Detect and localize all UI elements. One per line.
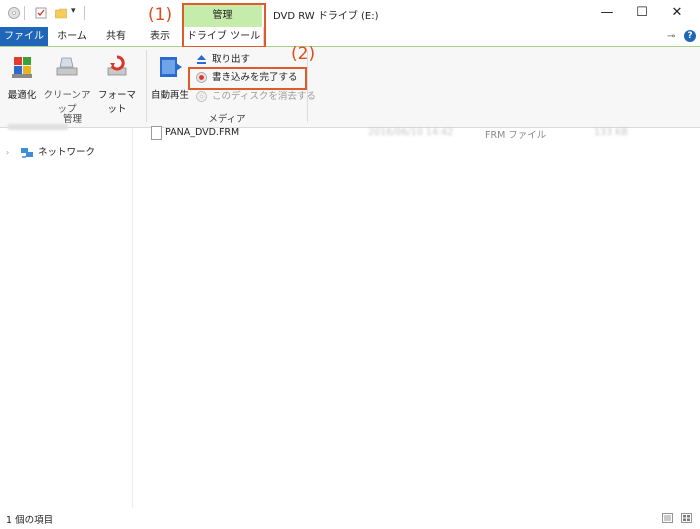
autoplay-label: 自動再生 <box>150 90 189 101</box>
step-1-highlight <box>182 3 266 48</box>
erase-disc-button[interactable]: このディスクを消去する <box>196 89 316 104</box>
navigation-pane: › ネットワーク <box>0 124 133 508</box>
large-icons-view-icon[interactable] <box>681 513 692 523</box>
window-title: DVD RW ドライブ (E:) <box>273 11 379 22</box>
customize-qa-icon[interactable]: ▾ <box>71 6 76 16</box>
expand-chevron-icon[interactable]: › <box>6 146 9 160</box>
ribbon-tab-row: ファイル ホーム 共有 表示 ⊸ ? <box>0 27 700 46</box>
qa-separator <box>24 6 25 20</box>
title-bar: ▾ DVD RW ドライブ (E:) — ☐ ✕ <box>0 0 700 27</box>
step-2-label: (2) <box>291 44 316 64</box>
tab-view[interactable]: 表示 <box>140 27 180 46</box>
cleanup-button[interactable]: クリーンアップ <box>41 54 93 115</box>
optimize-icon <box>12 57 32 78</box>
format-button[interactable]: フォーマット <box>94 54 140 115</box>
autoplay-icon <box>160 57 182 77</box>
step-2-highlight <box>188 67 307 90</box>
eject-label: 取り出す <box>212 54 251 65</box>
eject-icon <box>197 55 206 64</box>
file-type: FRM ファイル <box>485 130 547 141</box>
tab-file[interactable]: ファイル <box>0 27 48 46</box>
manage-group-label: 管理 <box>62 114 82 125</box>
tab-home[interactable]: ホーム <box>52 27 92 46</box>
disc-icon <box>8 7 20 19</box>
maximize-button[interactable]: ☐ <box>625 0 659 26</box>
close-button[interactable]: ✕ <box>660 0 694 26</box>
tab-share[interactable]: 共有 <box>96 27 136 46</box>
file-name[interactable]: PANA_DVD.FRM <box>165 127 239 138</box>
properties-icon[interactable] <box>35 7 47 19</box>
help-icon[interactable]: ? <box>684 30 696 42</box>
status-item-count: 1 個の項目 <box>6 515 54 526</box>
erase-disc-label: このディスクを消去する <box>212 91 316 102</box>
optimize-button[interactable]: 最適化 <box>3 54 41 101</box>
eject-button[interactable]: 取り出す <box>196 52 250 67</box>
file-list-area <box>133 128 700 508</box>
optimize-label: 最適化 <box>7 90 37 101</box>
file-icon <box>151 126 162 140</box>
cleanup-icon <box>56 57 78 76</box>
group-separator <box>307 50 308 122</box>
status-bar: 1 個の項目 <box>0 510 700 529</box>
minimize-button[interactable]: — <box>590 0 624 26</box>
network-icon <box>21 148 33 158</box>
autoplay-button[interactable]: 自動再生 <box>149 54 191 101</box>
qa-separator <box>84 6 85 20</box>
format-icon <box>107 55 127 76</box>
file-size: 133 KB <box>594 127 628 138</box>
pin-ribbon-icon[interactable]: ⊸ <box>667 31 675 42</box>
erase-disc-icon <box>196 91 207 102</box>
step-1-label: (1) <box>148 5 173 25</box>
details-view-icon[interactable] <box>662 513 673 523</box>
nav-item-network-label: ネットワーク <box>38 147 96 158</box>
file-date: 2016/06/10 14:42 <box>368 127 454 138</box>
new-folder-icon[interactable] <box>55 7 67 19</box>
obscured-nav-item <box>8 124 68 130</box>
media-group-label: メディア <box>208 114 246 125</box>
